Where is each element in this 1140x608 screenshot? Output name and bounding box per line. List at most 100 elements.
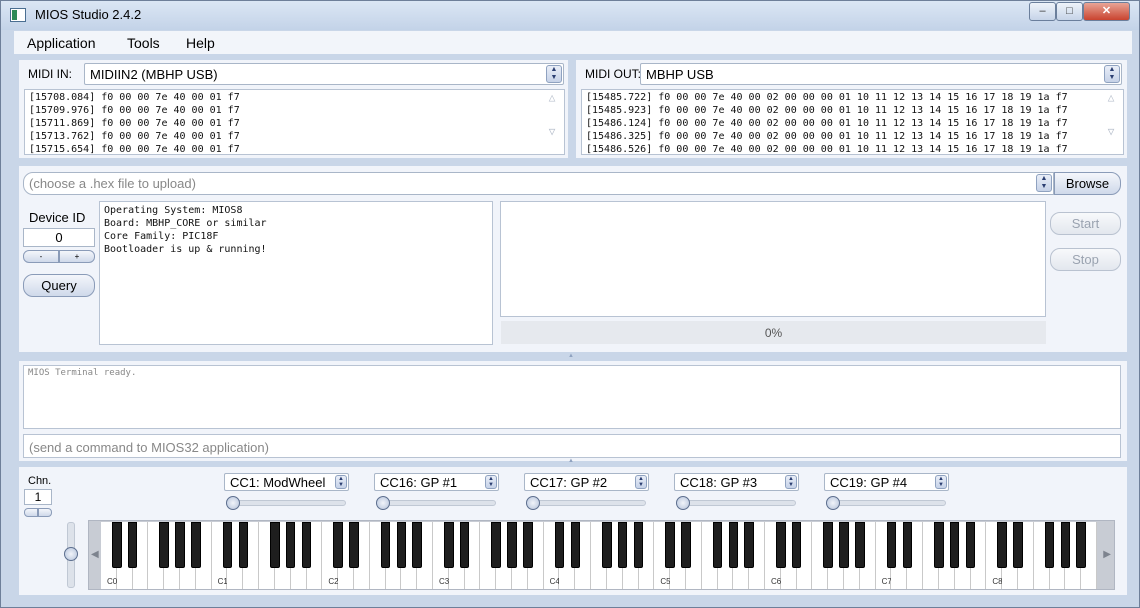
black-key[interactable] <box>554 522 565 568</box>
hex-file-select[interactable]: (choose a .hex file to upload) ▲ ▼ <box>23 172 1054 195</box>
black-key[interactable] <box>665 522 675 568</box>
menu-help[interactable]: Help <box>186 35 215 51</box>
menu-tools[interactable]: Tools <box>127 35 160 51</box>
cc-slider[interactable] <box>526 500 646 506</box>
pitch-wheel-knob[interactable] <box>64 547 78 561</box>
black-key[interactable] <box>570 522 581 568</box>
cc-select[interactable]: CC1: ModWheel ▲ ▼ <box>224 473 349 491</box>
black-key[interactable] <box>175 522 185 568</box>
black-key[interactable] <box>902 522 913 568</box>
scroll-left-icon[interactable]: ◀ <box>91 549 99 560</box>
close-button[interactable]: ✕ <box>1083 2 1130 21</box>
black-key[interactable] <box>681 522 691 568</box>
black-key[interactable] <box>728 522 739 568</box>
cc-select[interactable]: CC18: GP #3 ▲ ▼ <box>674 473 799 491</box>
scroll-up-icon[interactable]: △ <box>1104 91 1118 104</box>
octave-label: C3 <box>439 577 450 586</box>
midi-out-select[interactable]: MBHP USB ▲ ▼ <box>640 63 1122 85</box>
cc-select[interactable]: CC17: GP #2 ▲ ▼ <box>524 473 649 491</box>
cc-slider-knob[interactable] <box>226 496 240 510</box>
black-key[interactable] <box>349 522 359 568</box>
device-id-decrement[interactable]: - <box>23 250 59 263</box>
black-key[interactable] <box>396 522 407 568</box>
info-line: Operating System: MIOS8 <box>104 205 243 216</box>
black-key[interactable] <box>1013 522 1023 568</box>
cc-slider-knob[interactable] <box>526 496 540 510</box>
cc-slider[interactable] <box>676 500 796 506</box>
black-key[interactable] <box>333 522 343 568</box>
scroll-right-icon[interactable]: ▶ <box>1103 549 1111 560</box>
black-key[interactable] <box>238 522 249 568</box>
piano-keyboard[interactable]: ◀ ▶ C0 C1 C2 C3 C4 C5 C6 C7 C8 <box>88 520 1115 590</box>
cc-slider-knob[interactable] <box>826 496 840 510</box>
black-key[interactable] <box>633 522 644 568</box>
black-key[interactable] <box>776 522 786 568</box>
channel-field[interactable]: 1 <box>24 489 52 505</box>
black-key[interactable] <box>523 522 533 568</box>
black-key[interactable] <box>839 522 849 568</box>
midi-in-label: MIDI IN: <box>28 67 72 81</box>
channel-increment[interactable] <box>38 508 52 517</box>
black-key[interactable] <box>886 522 897 568</box>
black-key[interactable] <box>791 522 802 568</box>
black-key[interactable] <box>159 522 169 568</box>
minimize-button[interactable]: – <box>1029 2 1056 21</box>
stop-button[interactable]: Stop <box>1050 248 1121 271</box>
black-key[interactable] <box>191 522 201 568</box>
black-key[interactable] <box>602 522 612 568</box>
black-key[interactable] <box>459 522 470 568</box>
cc-slider-knob[interactable] <box>376 496 390 510</box>
midi-in-log[interactable]: [15708.084] f0 00 00 7e 40 00 01 f7 [157… <box>24 89 565 155</box>
black-key[interactable] <box>127 522 138 568</box>
black-key[interactable] <box>855 522 865 568</box>
black-key[interactable] <box>412 522 422 568</box>
menu-application[interactable]: Application <box>27 35 96 51</box>
channel-decrement[interactable] <box>24 508 38 517</box>
black-key[interactable] <box>1044 522 1055 568</box>
black-key[interactable] <box>285 522 296 568</box>
maximize-button[interactable]: □ <box>1056 2 1083 21</box>
query-button[interactable]: Query <box>23 274 95 297</box>
black-key[interactable] <box>222 522 233 568</box>
black-key[interactable] <box>934 522 944 568</box>
black-key[interactable] <box>380 522 391 568</box>
midi-in-select[interactable]: MIDIIN2 (MBHP USB) ▲ ▼ <box>84 63 564 85</box>
scroll-up-icon[interactable]: △ <box>545 91 559 104</box>
black-key[interactable] <box>997 522 1007 568</box>
black-key[interactable] <box>301 522 312 568</box>
app-icon <box>10 8 26 22</box>
splitter-handle-icon[interactable]: ▲ <box>568 353 574 359</box>
black-key[interactable] <box>1076 522 1086 568</box>
black-key[interactable] <box>491 522 501 568</box>
black-key[interactable] <box>270 522 280 568</box>
black-key[interactable] <box>744 522 754 568</box>
cc-slider[interactable] <box>826 500 946 506</box>
cc-slider-knob[interactable] <box>676 496 690 510</box>
scroll-down-icon[interactable]: ▽ <box>1104 125 1118 138</box>
black-key[interactable] <box>949 522 960 568</box>
black-key[interactable] <box>112 522 122 568</box>
midi-out-log[interactable]: [15485.722] f0 00 00 7e 40 00 02 00 00 0… <box>581 89 1124 155</box>
cc-slider[interactable] <box>226 500 346 506</box>
log-line: [15713.762] f0 00 00 7e 40 00 01 f7 <box>29 131 240 142</box>
black-key[interactable] <box>507 522 517 568</box>
black-key[interactable] <box>823 522 833 568</box>
cc-select[interactable]: CC16: GP #1 ▲ ▼ <box>374 473 499 491</box>
scroll-down-icon[interactable]: ▽ <box>545 125 559 138</box>
black-key[interactable] <box>965 522 976 568</box>
cc-label: CC16: GP #1 <box>380 475 458 490</box>
black-key[interactable] <box>1060 522 1071 568</box>
splitter-handle-icon[interactable]: ▲ <box>568 458 574 464</box>
cc-select[interactable]: CC19: GP #4 ▲ ▼ <box>824 473 949 491</box>
browse-button[interactable]: Browse <box>1054 172 1121 195</box>
black-key[interactable] <box>444 522 454 568</box>
command-input[interactable]: (send a command to MIOS32 application) <box>23 434 1121 458</box>
midi-out-device: MBHP USB <box>646 67 714 82</box>
device-id-field[interactable]: 0 <box>23 228 95 247</box>
cc-slider[interactable] <box>376 500 496 506</box>
start-button[interactable]: Start <box>1050 212 1121 235</box>
cc-label: CC1: ModWheel <box>230 475 326 490</box>
black-key[interactable] <box>617 522 628 568</box>
device-id-increment[interactable]: + <box>59 250 95 263</box>
black-key[interactable] <box>712 522 723 568</box>
